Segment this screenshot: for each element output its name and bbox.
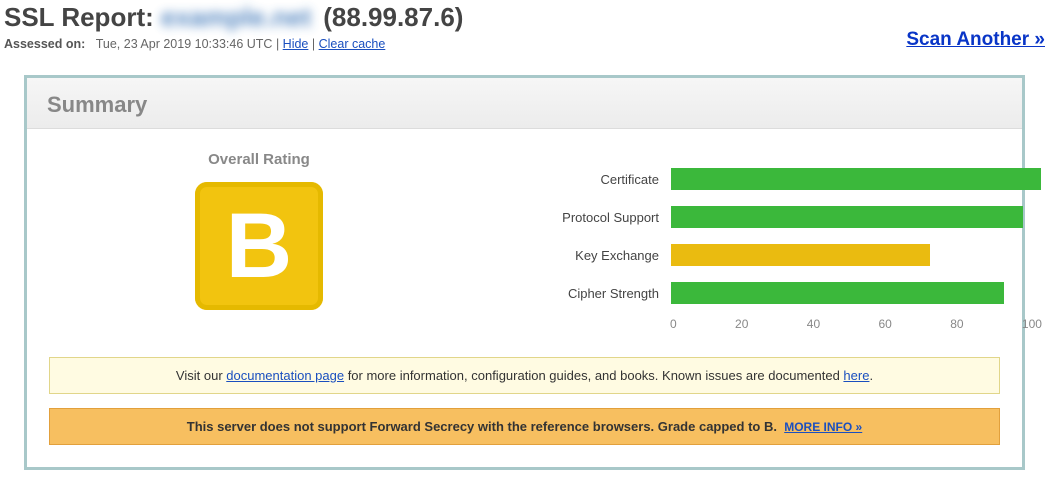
page-title: SSL Report: example.net (88.99.87.6) <box>4 2 463 33</box>
score-chart: Certificate Protocol Support Key Exchange C… <box>509 151 1042 331</box>
chart-tick: 100 <box>1022 317 1042 331</box>
summary-header: Summary <box>27 78 1022 129</box>
chart-tick: 80 <box>950 317 963 331</box>
chart-category-label: Key Exchange <box>509 248 671 263</box>
grade-tile: B <box>195 182 323 310</box>
chart-track <box>671 206 1041 228</box>
chart-tick: 0 <box>670 317 677 331</box>
docs-notice: Visit our documentation page for more in… <box>49 357 1000 394</box>
separator: | <box>276 37 283 51</box>
chart-category-label: Protocol Support <box>509 210 671 225</box>
summary-heading: Summary <box>47 92 1002 118</box>
scan-another-link[interactable]: Scan Another » <box>906 29 1045 51</box>
ip-address: (88.99.87.6) <box>323 2 463 32</box>
chart-row: Certificate <box>509 165 1042 193</box>
forward-secrecy-warning: This server does not support Forward Sec… <box>49 408 1000 445</box>
chart-axis: 0 20 40 60 80 100 <box>670 317 1042 331</box>
chart-track <box>671 244 1041 266</box>
fs-warning-text: This server does not support Forward Sec… <box>187 419 777 434</box>
documentation-link[interactable]: documentation page <box>226 368 344 383</box>
docs-mid: for more information, configuration guid… <box>344 368 843 383</box>
title-prefix: SSL Report: <box>4 2 154 32</box>
known-issues-link[interactable]: here <box>843 368 869 383</box>
clear-cache-link[interactable]: Clear cache <box>319 37 386 51</box>
assessed-line: Assessed on: Tue, 23 Apr 2019 10:33:46 U… <box>4 37 463 51</box>
assessed-timestamp <box>89 37 96 51</box>
chart-category-label: Certificate <box>509 172 671 187</box>
chart-category-label: Cipher Strength <box>509 286 671 301</box>
chart-tick: 20 <box>735 317 748 331</box>
chart-row: Protocol Support <box>509 203 1042 231</box>
chart-bar <box>671 244 930 266</box>
chart-tick: 60 <box>878 317 891 331</box>
chart-bar <box>671 206 1023 228</box>
summary-panel: Summary Overall Rating B Certificate Prot… <box>24 75 1025 470</box>
chart-bar <box>671 282 1004 304</box>
chart-track <box>671 168 1041 190</box>
chart-row: Cipher Strength <box>509 279 1042 307</box>
separator: | <box>312 37 319 51</box>
chart-track <box>671 282 1041 304</box>
chart-row: Key Exchange <box>509 241 1042 269</box>
hide-link[interactable]: Hide <box>283 37 309 51</box>
docs-pre: Visit our <box>176 368 226 383</box>
overall-rating-caption: Overall Rating <box>49 151 469 168</box>
more-info-link[interactable]: MORE INFO » <box>784 420 862 434</box>
domain-blurred: example.net <box>161 2 316 24</box>
chart-bar <box>671 168 1041 190</box>
assessed-label: Assessed on: <box>4 37 85 51</box>
chart-tick: 40 <box>807 317 820 331</box>
assessed-value: Tue, 23 Apr 2019 10:33:46 UTC <box>96 37 273 51</box>
docs-post: . <box>869 368 873 383</box>
